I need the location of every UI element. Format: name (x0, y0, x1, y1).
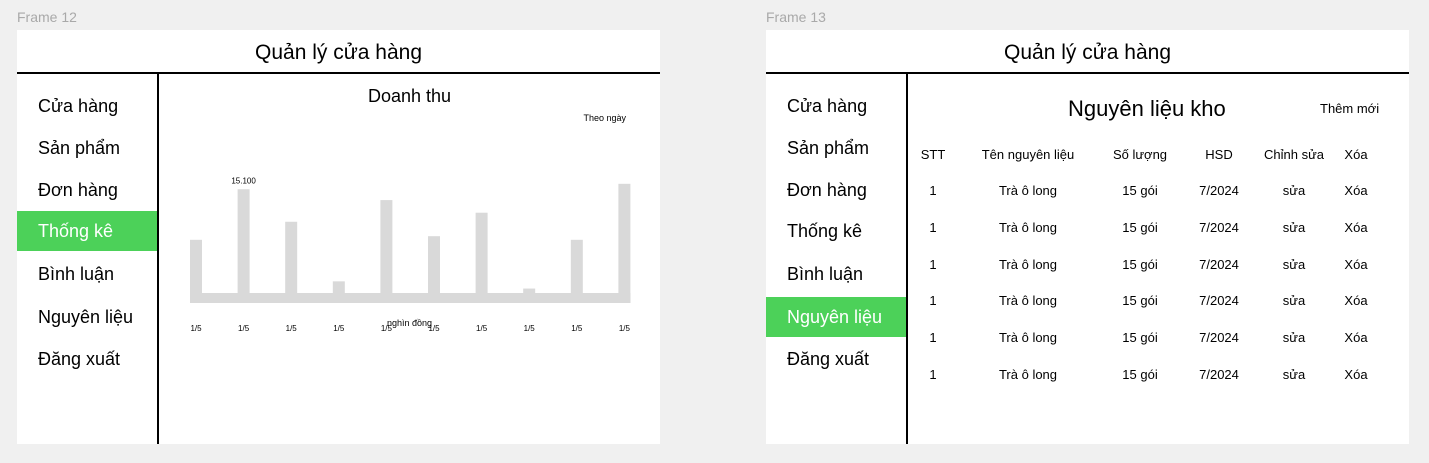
sidebar-item-don-hang[interactable]: Đơn hàng (17, 170, 157, 210)
row-quantity: 15 gói (1122, 293, 1158, 309)
chart-bar (237, 189, 250, 303)
frame-12: Quản lý cửa hàng Cửa hàng Sản phẩm Đơn hàn… (17, 30, 660, 444)
frame-13-label: Frame 13 (766, 9, 826, 25)
chart-baseline (190, 293, 631, 303)
sidebar-item-binh-luan[interactable]: Bình luận (17, 254, 157, 294)
delete-link[interactable]: Xóa (1344, 367, 1367, 382)
row-stt: 1 (929, 256, 937, 272)
chart-unit-label: nghìn đồng (386, 318, 433, 328)
chart-bar (428, 236, 440, 303)
row-name: Trà ô long (998, 367, 1058, 382)
sidebar-item-dang-xuat[interactable]: Đăng xuất (17, 339, 157, 379)
row-expiry: 7/2024 (1199, 367, 1239, 382)
row-stt: 1 (929, 183, 937, 198)
column-header-chinh-sua: Chỉnh sửa (1263, 147, 1325, 162)
chart-bar (570, 239, 583, 303)
sidebar-item-don-hang[interactable]: Đơn hàng (766, 170, 906, 210)
row-expiry: 7/2024 (1199, 330, 1239, 346)
column-header-xoa: Xóa (1344, 147, 1368, 162)
revenue-bar-chart: 1/5 1/515.1001/5 1/5 1/5 1/5 1/5 1/5 1/5 1/5 (190, 176, 631, 333)
row-quantity: 15 gói (1122, 183, 1158, 198)
revenue-panel: Doanh thu Theo ngày 1/5 1/5 15.100 1/5 1/5 1/… (159, 74, 660, 444)
row-quantity: 15 gói (1122, 256, 1158, 272)
sidebar-item-dang-xuat[interactable]: Đăng xuất (766, 339, 906, 379)
delete-link[interactable]: Xóa (1344, 183, 1367, 198)
row-quantity: 15 gói (1122, 367, 1158, 382)
sidebar-item-binh-luan[interactable]: Bình luận (766, 254, 906, 294)
chart-bar (285, 221, 298, 303)
chart-bar (475, 212, 488, 303)
row-stt: 1 (929, 367, 937, 382)
column-header-stt: STT (920, 147, 946, 162)
page-title: Quản lý cửa hàng (255, 41, 422, 64)
chart-bar (380, 200, 393, 303)
column-header-hsd: HSD (1205, 147, 1233, 162)
row-expiry: 7/2024 (1199, 293, 1239, 309)
frame-13: Quản lý cửa hàng Cửa hàng Sản phẩm Đơn hàn… (766, 30, 1409, 444)
delete-link[interactable]: Xóa (1344, 330, 1367, 345)
delete-link[interactable]: Xóa (1344, 293, 1367, 308)
chart-bar (190, 239, 202, 303)
row-name: Trà ô long (998, 330, 1058, 346)
page-title: Quản lý cửa hàng (1004, 41, 1171, 64)
data-label: 15.100 (231, 176, 256, 185)
edit-link[interactable]: sửa (1283, 293, 1305, 308)
row-stt: 1 (929, 330, 937, 346)
delete-link[interactable]: Xóa (1344, 257, 1367, 272)
chart-bar (332, 281, 345, 303)
delete-link[interactable]: Xóa (1344, 220, 1367, 235)
frame-12-label: Frame 12 (17, 9, 77, 25)
sidebar-item-cua-hang[interactable]: Cửa hàng (766, 86, 906, 126)
edit-link[interactable]: sửa (1283, 330, 1305, 345)
sidebar-item-san-pham[interactable]: Sản phẩm (766, 128, 906, 168)
warehouse-title: Nguyên liệu kho (1068, 96, 1226, 121)
sidebar-item-cua-hang[interactable]: Cửa hàng (17, 86, 157, 126)
sidebar-item-nguyen-lieu[interactable]: Nguyên liệu (766, 297, 906, 337)
row-expiry: 7/2024 (1199, 183, 1239, 198)
row-quantity: 15 gói (1122, 219, 1158, 235)
row-name: Trà ô long (998, 256, 1058, 272)
sidebar-item-thong-ke[interactable]: Thống kê (766, 211, 906, 251)
row-quantity: 15 gói (1122, 330, 1158, 346)
sidebar-item-thong-ke[interactable]: Thống kê (17, 211, 157, 251)
edit-link[interactable]: sửa (1283, 220, 1305, 235)
warehouse-panel: Nguyên liệu kho Thêm mới STT Tên nguyên l… (908, 74, 1409, 444)
row-expiry: 7/2024 (1199, 256, 1239, 272)
column-header-so-luong: Số lượng (1112, 147, 1168, 162)
edit-link[interactable]: sửa (1283, 367, 1305, 382)
row-expiry: 7/2024 (1199, 219, 1239, 235)
column-header-ten-nguyen-lieu: Tên nguyên liệu (981, 147, 1075, 162)
edit-link[interactable]: sửa (1283, 257, 1305, 272)
row-name: Trà ô long (998, 183, 1058, 198)
add-new-button[interactable]: Thêm mới (1320, 101, 1379, 116)
sidebar-item-san-pham[interactable]: Sản phẩm (17, 128, 157, 168)
sidebar-item-nguyen-lieu[interactable]: Nguyên liệu (17, 297, 157, 337)
chart-bar (523, 288, 536, 303)
chart-bar (618, 183, 631, 303)
row-stt: 1 (929, 293, 937, 309)
row-name: Trà ô long (998, 219, 1058, 235)
row-stt: 1 (929, 219, 937, 235)
row-name: Trà ô long (998, 293, 1058, 309)
edit-link[interactable]: sửa (1283, 183, 1305, 198)
